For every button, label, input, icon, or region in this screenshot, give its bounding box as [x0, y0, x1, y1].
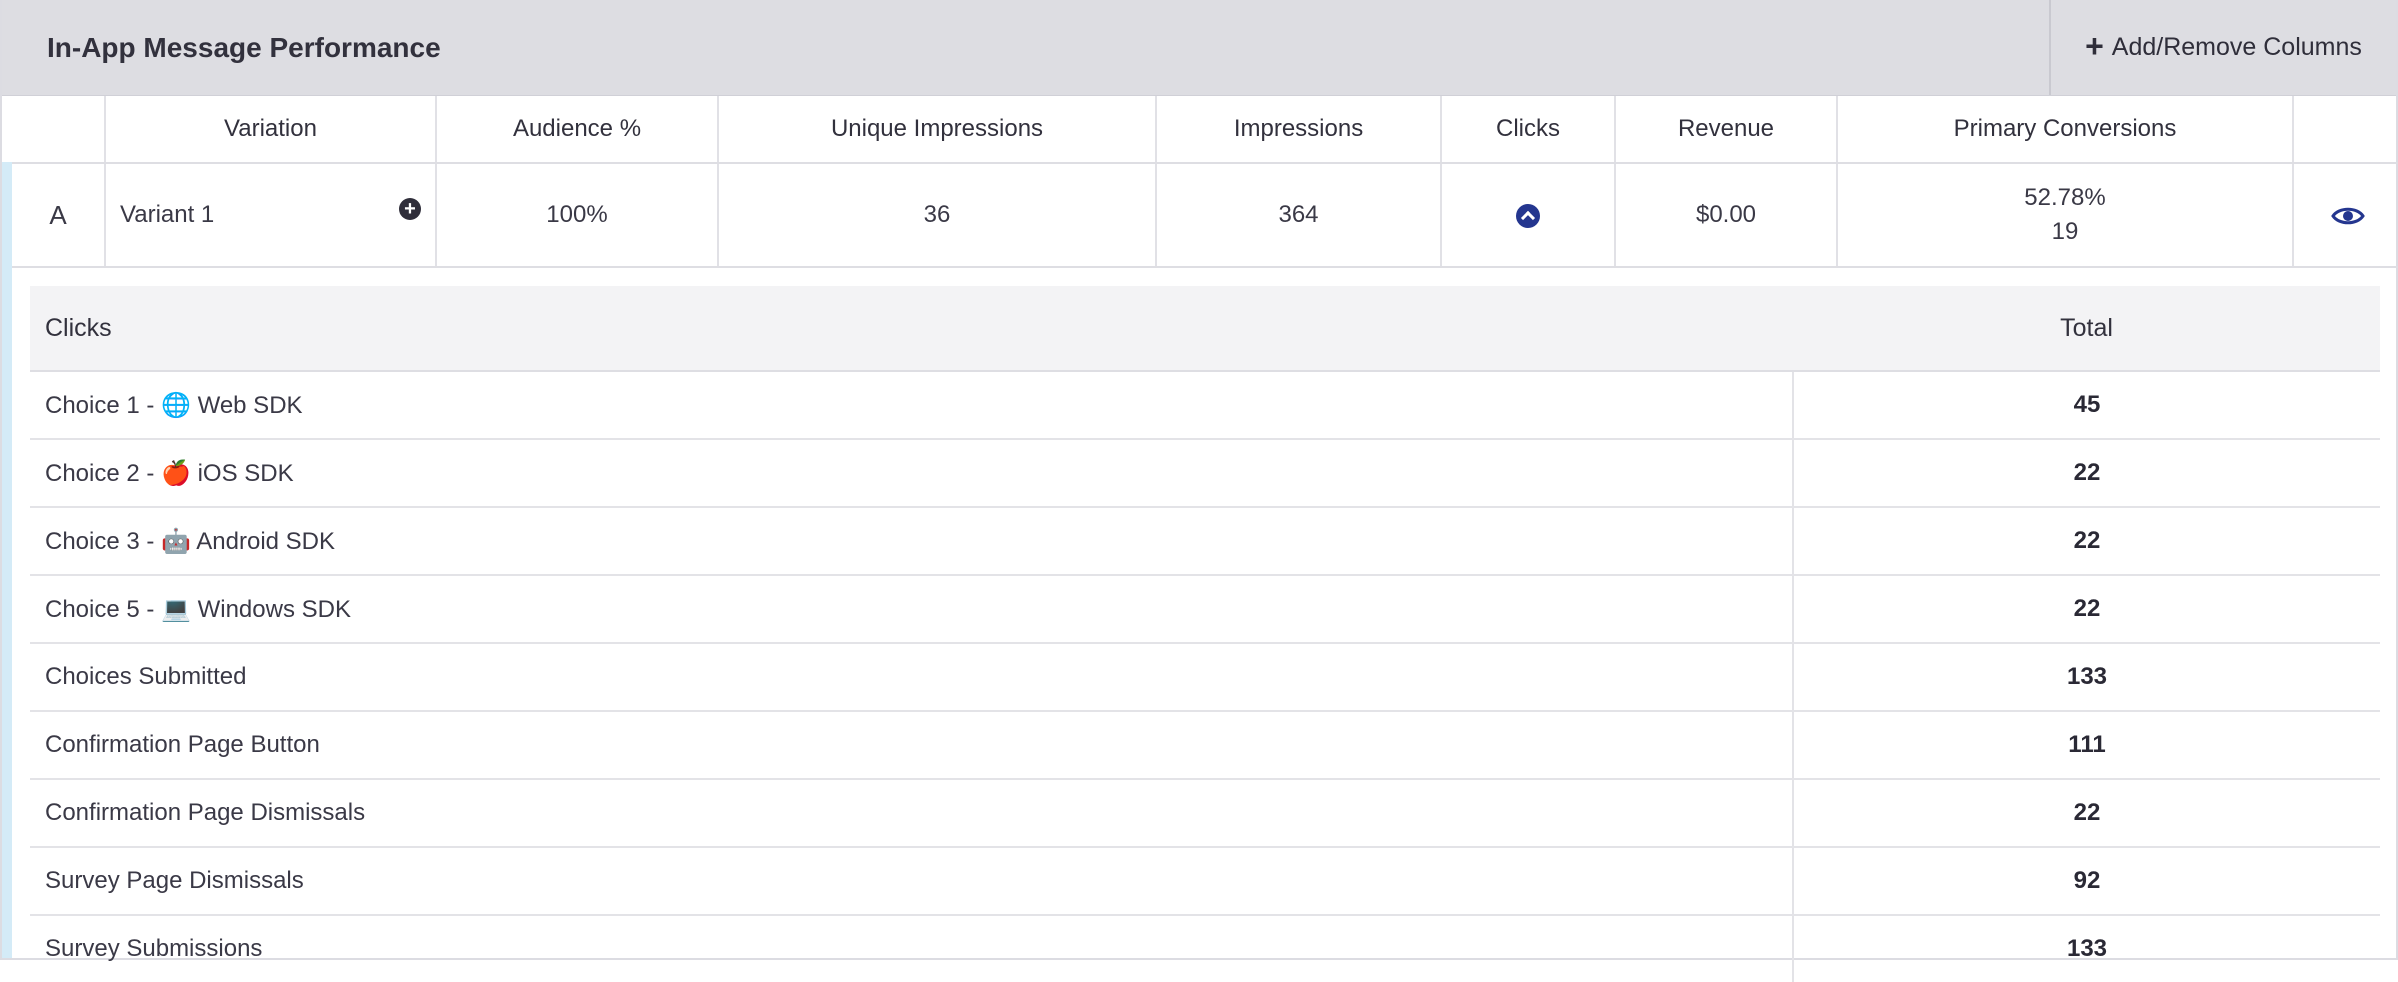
- table-row: Survey Submissions 133: [30, 915, 2380, 982]
- row-highlight-bar: [2, 268, 12, 958]
- click-total: 22: [1793, 779, 2380, 848]
- variant-name: Variant 1: [120, 201, 215, 228]
- panel-header: In-App Message Performance + Add/Remove …: [2, 0, 2396, 96]
- click-label: Choice 5 - 💻 Windows SDK: [30, 575, 1794, 644]
- variant-letter: A: [2, 163, 106, 268]
- add-remove-columns-label: Add/Remove Columns: [2111, 33, 2362, 61]
- revenue-value: $0.00: [1615, 163, 1838, 268]
- circle-plus-icon[interactable]: +: [399, 198, 421, 220]
- column-header-impressions: Impressions: [1156, 96, 1442, 164]
- unique-impressions-value: 36: [718, 163, 1157, 268]
- click-label: Survey Submissions: [30, 915, 1794, 982]
- column-header-unique-impressions: Unique Impressions: [718, 96, 1157, 164]
- click-label: Confirmation Page Button: [30, 711, 1794, 780]
- column-header-clicks: Clicks: [1441, 96, 1616, 164]
- column-header-revenue: Revenue: [1615, 96, 1838, 164]
- column-header-letter: [7, 96, 106, 164]
- table-row: Choices Submitted 133: [30, 643, 2380, 712]
- plus-icon: +: [2085, 28, 2104, 64]
- eye-icon[interactable]: [2330, 205, 2365, 227]
- click-total: 92: [1793, 847, 2380, 916]
- click-total: 133: [1793, 643, 2380, 712]
- audience-value: 100%: [436, 163, 719, 268]
- column-header-audience: Audience %: [436, 96, 719, 164]
- clicks-toggle-cell: [1441, 163, 1616, 268]
- click-total: 45: [1793, 371, 2380, 440]
- click-total: 22: [1793, 575, 2380, 644]
- table-row: Survey Page Dismissals 92: [30, 847, 2380, 916]
- clicks-header-label: Clicks: [30, 286, 1793, 372]
- panel-title: In-App Message Performance: [47, 31, 441, 63]
- add-remove-columns-button[interactable]: + Add/Remove Columns: [2049, 0, 2396, 95]
- preview-cell: [2293, 163, 2398, 268]
- column-header-variation: Variation: [105, 96, 437, 164]
- click-label: Choice 1 - 🌐 Web SDK: [30, 371, 1794, 440]
- column-header-primary-conversions: Primary Conversions: [1837, 96, 2294, 164]
- click-total: 22: [1793, 507, 2380, 576]
- table-row: Confirmation Page Dismissals 22: [30, 779, 2380, 848]
- click-label: Choices Submitted: [30, 643, 1794, 712]
- table-row: Choice 1 - 🌐 Web SDK 45: [30, 371, 2380, 440]
- table-header-row: Variation Audience % Unique Impressions …: [7, 96, 2398, 164]
- clicks-breakdown-table: Clicks Total Choice 1 - 🌐 Web SDK 45 Choic…: [30, 286, 2380, 982]
- clicks-header-row: Clicks Total: [30, 286, 2380, 372]
- variations-table: Variation Audience % Unique Impressions …: [2, 96, 2398, 268]
- table-row: Choice 3 - 🤖 Android SDK 22: [30, 507, 2380, 576]
- primary-conversions-cell: 52.78% 19: [1837, 163, 2294, 268]
- click-label: Choice 2 - 🍎 iOS SDK: [30, 439, 1794, 508]
- conversion-rate: 52.78%: [2024, 184, 2106, 211]
- chevron-up-icon[interactable]: [1516, 203, 1540, 228]
- message-performance-panel: In-App Message Performance + Add/Remove …: [0, 0, 2398, 982]
- table-row: Choice 5 - 💻 Windows SDK 22: [30, 575, 2380, 644]
- click-label: Survey Page Dismissals: [30, 847, 1794, 916]
- variant-name-cell: Variant 1 +: [105, 163, 437, 268]
- table-row: Choice 2 - 🍎 iOS SDK 22: [30, 439, 2380, 508]
- clicks-detail-section: Clicks Total Choice 1 - 🌐 Web SDK 45 Choic…: [2, 268, 2396, 982]
- click-label: Choice 3 - 🤖 Android SDK: [30, 507, 1794, 576]
- click-total: 111: [1793, 711, 2380, 780]
- impressions-value: 364: [1156, 163, 1442, 268]
- table-row: Confirmation Page Button 111: [30, 711, 2380, 780]
- table-row: A Variant 1 + 100% 36 364 $0.00 52.78% 1…: [2, 163, 2398, 268]
- click-label: Confirmation Page Dismissals: [30, 779, 1794, 848]
- clicks-header-total: Total: [1793, 286, 2380, 372]
- click-total: 133: [2066, 935, 2108, 962]
- click-total: 22: [1793, 439, 2380, 508]
- conversion-count: 19: [2051, 218, 2079, 245]
- column-header-actions: [2293, 96, 2398, 164]
